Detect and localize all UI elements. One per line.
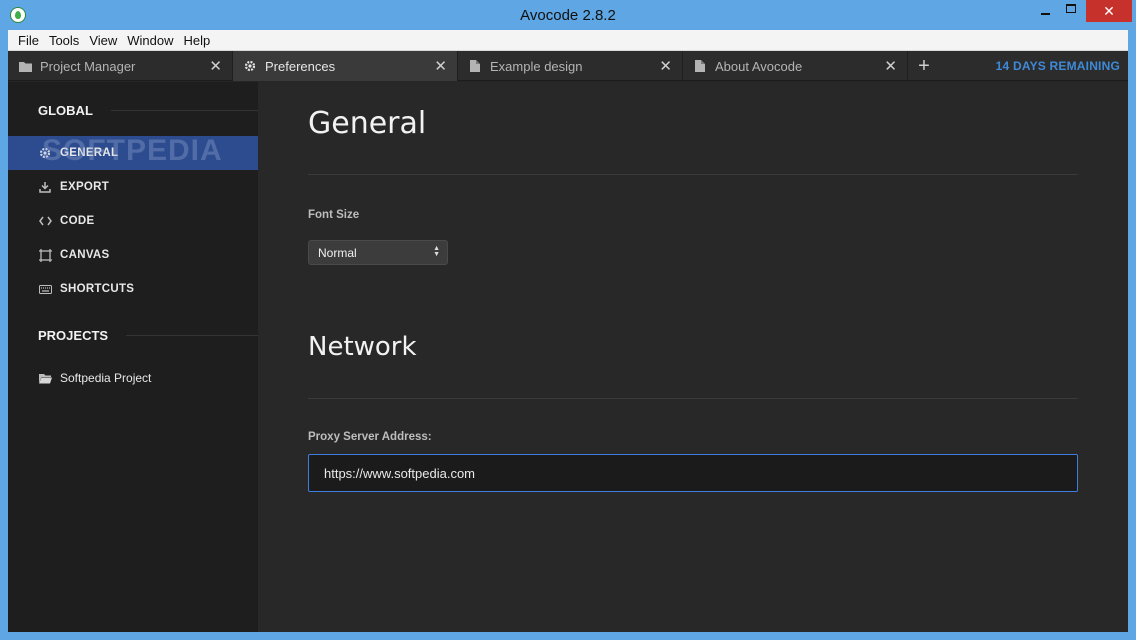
app-window: Avocode 2.8.2 ✕ File Tools View Window H… [0,0,1136,640]
window-title: Avocode 2.8.2 [520,7,616,24]
canvas-icon [38,248,52,262]
maximize-button[interactable] [1058,0,1084,22]
select-value: Normal [318,245,357,260]
code-icon [38,214,52,228]
section-heading-label: PROJECTS [38,328,109,343]
sidebar-project-softpedia[interactable]: Softpedia Project [8,361,258,395]
minimize-icon [1040,12,1050,15]
menu-tools[interactable]: Tools [44,30,84,51]
general-section-title: General [308,106,427,141]
font-size-label: Font Size [308,209,360,221]
folder-icon [18,59,32,73]
close-icon[interactable]: ✕ [884,59,897,74]
tab-bar: Project Manager ✕ Preferences ✕ Example … [8,51,1128,81]
close-icon[interactable]: ✕ [659,59,672,74]
sidebar-item-label: GENERAL [60,147,119,159]
folder-open-icon [38,371,52,385]
add-tab-button[interactable]: + [908,51,940,81]
close-window-button[interactable]: ✕ [1086,0,1132,22]
sidebar-item-label: Softpedia Project [60,371,152,385]
menu-bar: File Tools View Window Help [8,30,1128,51]
document-icon [468,59,482,73]
sidebar-item-label: CODE [60,215,95,227]
divider [110,110,258,111]
divider [126,335,258,336]
menu-window[interactable]: Window [122,30,178,51]
gear-icon [38,146,52,160]
tab-label: About Avocode [715,58,803,74]
trial-days-remaining-link[interactable]: 14 DAYS REMAINING [996,59,1120,73]
sidebar-item-general[interactable]: GENERAL [8,136,258,170]
menu-help[interactable]: Help [179,30,216,51]
tab-label: Example design [490,58,583,74]
keyboard-icon [38,282,52,296]
title-bar: Avocode 2.8.2 ✕ [0,0,1136,30]
proxy-server-input[interactable] [308,454,1078,492]
preferences-content: General Font Size Normal ▲ ▼ Network Prox… [258,82,1128,632]
divider [308,398,1078,399]
sidebar-item-shortcuts[interactable]: SHORTCUTS [8,272,258,306]
gear-icon [243,59,257,73]
divider [308,174,1078,175]
global-section-heading: GLOBAL [38,103,258,118]
tab-project-manager[interactable]: Project Manager ✕ [8,51,233,81]
document-icon [693,59,707,73]
close-icon[interactable]: ✕ [434,59,447,74]
menu-view[interactable]: View [84,30,122,51]
maximize-icon [1066,4,1076,14]
minimize-button[interactable] [1030,0,1060,22]
sidebar-item-export[interactable]: EXPORT [8,170,258,204]
close-icon[interactable]: ✕ [209,59,222,74]
preferences-sidebar: GLOBAL GENERAL EXPORT CODE CANVAS SHORTC… [8,82,258,632]
sidebar-item-canvas[interactable]: CANVAS [8,238,258,272]
tab-label: Project Manager [40,58,136,74]
tab-label: Preferences [265,58,336,74]
network-section-title: Network [308,332,417,362]
proxy-server-label: Proxy Server Address: [308,431,432,443]
tab-example-design[interactable]: Example design ✕ [458,51,683,81]
tab-preferences[interactable]: Preferences ✕ [233,51,458,81]
select-arrows-icon: ▲ ▼ [433,245,440,258]
sidebar-item-code[interactable]: CODE [8,204,258,238]
sidebar-item-label: SHORTCUTS [60,283,135,295]
tab-about-avocode[interactable]: About Avocode ✕ [683,51,908,81]
sidebar-item-label: CANVAS [60,249,110,261]
section-heading-label: GLOBAL [38,103,93,118]
menu-file[interactable]: File [13,30,44,51]
sidebar-item-label: EXPORT [60,181,110,193]
font-size-select[interactable]: Normal ▲ ▼ [308,240,448,265]
download-icon [38,180,52,194]
projects-section-heading: PROJECTS [38,328,258,343]
